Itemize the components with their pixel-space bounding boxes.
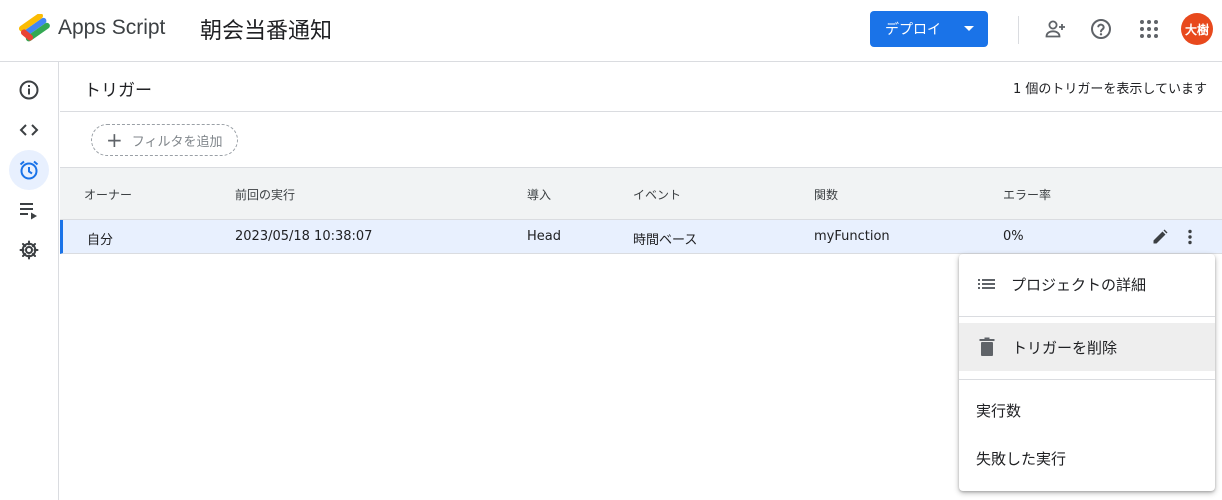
menu-item-project-details[interactable]: プロジェクトの詳細 xyxy=(959,260,1215,308)
page-title: トリガー xyxy=(84,81,152,101)
sidebar-item-editor[interactable] xyxy=(9,110,49,150)
cell-last-run: 2023/05/18 10:38:07 xyxy=(235,229,373,244)
column-header-function[interactable]: 関数 xyxy=(814,186,838,203)
menu-divider xyxy=(959,379,1215,380)
top-app-bar: Apps Script 朝会当番通知 デプロイ 大樹 xyxy=(0,0,1222,62)
add-filter-button[interactable]: + フィルタを追加 xyxy=(91,124,238,156)
menu-item-delete-trigger[interactable]: トリガーを削除 xyxy=(959,323,1215,371)
list-play-icon xyxy=(20,203,37,220)
column-header-owner[interactable]: オーナー xyxy=(84,186,132,203)
apps-script-logo-icon[interactable] xyxy=(18,14,52,42)
menu-item-failed-executions[interactable]: 失敗した実行 xyxy=(959,434,1215,482)
caret-down-icon xyxy=(964,26,974,31)
column-header-deployment[interactable]: 導入 xyxy=(527,186,551,203)
cell-function: myFunction xyxy=(814,229,890,244)
side-navigation xyxy=(0,62,59,500)
menu-item-label: トリガーを削除 xyxy=(1012,338,1118,357)
menu-item-label: 実行数 xyxy=(976,401,1022,420)
code-icon xyxy=(19,124,39,136)
list-icon xyxy=(978,279,995,289)
cell-deployment: Head xyxy=(527,229,561,244)
deploy-button[interactable]: デプロイ xyxy=(870,11,988,47)
context-menu: プロジェクトの詳細 トリガーを削除 実行数 失敗した実行 xyxy=(959,254,1215,491)
column-header-last-run[interactable]: 前回の実行 xyxy=(235,186,295,203)
toolbar-divider xyxy=(1018,16,1019,44)
cell-owner: 自分 xyxy=(87,233,114,248)
table-row[interactable]: 自分 2023/05/18 10:38:07 Head 時間ベース myFunc… xyxy=(60,220,1222,254)
more-vert-icon[interactable] xyxy=(1178,225,1202,249)
project-title[interactable]: 朝会当番通知 xyxy=(200,13,332,45)
menu-item-executions[interactable]: 実行数 xyxy=(959,386,1215,434)
column-header-error-rate[interactable]: エラー率 xyxy=(1003,186,1051,203)
page-header: トリガー 1 個のトリガーを表示しています xyxy=(60,62,1222,112)
sidebar-item-executions[interactable] xyxy=(9,190,49,230)
info-icon xyxy=(19,80,39,100)
app-name[interactable]: Apps Script xyxy=(58,16,165,40)
edit-icon[interactable] xyxy=(1148,225,1172,249)
cell-event: 時間ベース xyxy=(633,233,698,248)
filter-bar: + フィルタを追加 xyxy=(60,112,1222,168)
deploy-button-label: デプロイ xyxy=(885,22,941,38)
sidebar-item-overview[interactable] xyxy=(9,70,49,110)
plus-icon: + xyxy=(106,128,123,152)
alarm-icon xyxy=(19,160,39,180)
add-filter-label: フィルタを追加 xyxy=(131,134,223,150)
apps-grid-icon[interactable] xyxy=(1135,15,1163,43)
sidebar-item-triggers[interactable] xyxy=(9,150,49,190)
table-header: オーナー 前回の実行 導入 イベント 関数 エラー率 xyxy=(60,168,1222,220)
trash-icon xyxy=(979,337,995,356)
sidebar-item-settings[interactable] xyxy=(9,230,49,270)
menu-item-label: 失敗した実行 xyxy=(976,449,1067,468)
trigger-count-text: 1 個のトリガーを表示しています xyxy=(1012,82,1207,97)
help-icon[interactable] xyxy=(1087,15,1115,43)
menu-item-label: プロジェクトの詳細 xyxy=(1011,275,1147,294)
avatar[interactable]: 大樹 xyxy=(1181,13,1213,45)
menu-divider xyxy=(959,316,1215,317)
gear-icon xyxy=(19,240,39,260)
person-add-icon[interactable] xyxy=(1041,15,1069,43)
cell-error-rate: 0% xyxy=(1003,229,1024,244)
column-header-event[interactable]: イベント xyxy=(633,186,681,203)
